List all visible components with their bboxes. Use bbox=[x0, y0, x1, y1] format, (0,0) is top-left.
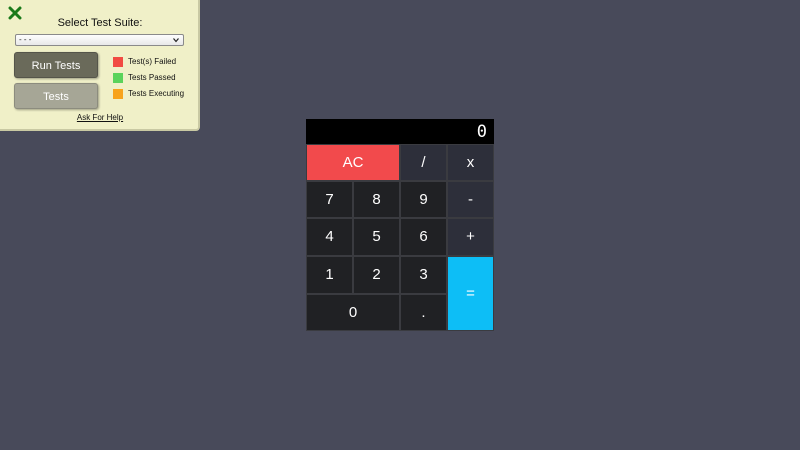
display-value: 0 bbox=[476, 122, 488, 142]
calculator-display: 0 bbox=[306, 119, 494, 144]
tests-button[interactable]: Tests bbox=[14, 83, 98, 109]
digit-0-button[interactable]: 0 bbox=[306, 294, 400, 331]
digit-4-button[interactable]: 4 bbox=[306, 218, 353, 256]
failed-swatch bbox=[113, 57, 123, 67]
digit-2-button[interactable]: 2 bbox=[353, 256, 400, 294]
select-test-suite-label: Select Test Suite: bbox=[57, 17, 143, 29]
digit-8-button[interactable]: 8 bbox=[353, 181, 400, 218]
multiply-button[interactable]: x bbox=[447, 144, 494, 181]
test-suite-select[interactable]: - - - bbox=[15, 34, 184, 46]
digit-3-button[interactable]: 3 bbox=[400, 256, 447, 294]
test-suite-panel: Select Test Suite: - - - Run Tests Tests… bbox=[0, 0, 200, 131]
clear-button[interactable]: AC bbox=[306, 144, 400, 181]
digit-1-button[interactable]: 1 bbox=[306, 256, 353, 294]
digit-9-button[interactable]: 9 bbox=[400, 181, 447, 218]
digit-7-button[interactable]: 7 bbox=[306, 181, 353, 218]
add-button[interactable]: + bbox=[447, 218, 494, 256]
calculator: 0 AC / x 7 8 9 - 4 5 6 + 1 2 3 = 0 . bbox=[306, 119, 494, 331]
legend-label-executing: Tests Executing bbox=[128, 89, 185, 98]
legend-label-passed: Tests Passed bbox=[128, 73, 176, 82]
test-suite-selected-value: - - - bbox=[19, 35, 32, 44]
passed-swatch bbox=[113, 73, 123, 83]
chevron-down-icon bbox=[173, 38, 179, 43]
divide-button[interactable]: / bbox=[400, 144, 447, 181]
digit-6-button[interactable]: 6 bbox=[400, 218, 447, 256]
ask-for-help-link[interactable]: Ask For Help bbox=[0, 113, 200, 122]
legend-label-failed: Test(s) Failed bbox=[128, 57, 177, 66]
equals-button[interactable]: = bbox=[447, 256, 494, 331]
app-root: Select Test Suite: - - - Run Tests Tests… bbox=[0, 0, 800, 450]
subtract-button[interactable]: - bbox=[447, 181, 494, 218]
executing-swatch bbox=[113, 89, 123, 99]
digit-5-button[interactable]: 5 bbox=[353, 218, 400, 256]
run-tests-button[interactable]: Run Tests bbox=[14, 52, 98, 78]
decimal-button[interactable]: . bbox=[400, 294, 447, 331]
